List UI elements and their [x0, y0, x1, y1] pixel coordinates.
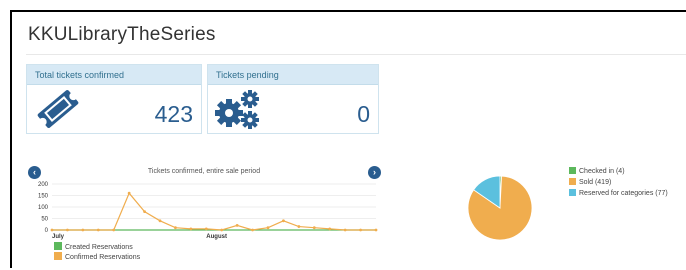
legend-label: Sold (419)	[579, 179, 612, 186]
data-point	[66, 228, 69, 232]
legend-label: Reserved for categories (77)	[579, 190, 668, 197]
chart-title: Tickets confirmed, entire sale period	[147, 168, 261, 175]
data-point	[343, 228, 347, 232]
data-point	[297, 225, 301, 228]
data-point	[127, 191, 131, 195]
chevron-right-icon[interactable]: ›	[368, 166, 381, 179]
data-point	[204, 227, 208, 231]
tickets-pending-value: 0	[357, 101, 370, 127]
pie-legend-item: Reserved for categories (77)	[569, 189, 668, 199]
data-point	[266, 226, 270, 230]
data-point	[174, 226, 177, 230]
data-point	[50, 228, 54, 232]
legend-swatch	[569, 167, 576, 174]
data-point	[158, 219, 162, 223]
data-point	[328, 227, 332, 231]
gears-icon	[214, 89, 264, 136]
pie-chart	[467, 175, 533, 241]
legend-label: Created Reservations	[65, 244, 133, 251]
x-tick-label: July	[52, 234, 65, 240]
legend-swatch	[569, 189, 576, 196]
pie-legend-item: Checked in (4)	[569, 167, 668, 177]
legend-label: Confirmed Reservations	[65, 254, 141, 261]
data-point	[112, 228, 116, 232]
legend-swatch	[54, 252, 62, 260]
tickets-line-chart-panel: ‹ Tickets confirmed, entire sale period …	[26, 162, 384, 270]
data-point	[220, 228, 224, 232]
ticket-icon	[33, 89, 83, 134]
data-point	[374, 228, 378, 232]
tickets-pending-card: Tickets pending 0	[207, 64, 379, 134]
data-point	[359, 228, 362, 232]
y-tick-label: 0	[45, 228, 49, 234]
dashboard-frame: KKULibraryTheSeries Total tickets confir…	[10, 10, 686, 268]
data-point	[189, 227, 193, 231]
pie-legend: Checked in (4) Sold (419) Reserved for c…	[569, 167, 668, 200]
y-tick-label: 200	[38, 182, 49, 188]
legend-item-created: Created Reservations	[54, 242, 133, 252]
card-label: Total tickets confirmed	[27, 65, 201, 85]
page-title: KKULibraryTheSeries	[28, 24, 216, 45]
confirmed-reservations-line	[52, 192, 376, 231]
data-point	[143, 210, 146, 213]
data-point	[312, 226, 316, 230]
x-tick-label: August	[206, 234, 227, 240]
legend-swatch	[54, 242, 62, 250]
data-point	[96, 228, 100, 232]
legend-label: Checked in (4)	[579, 168, 625, 175]
data-point	[235, 224, 239, 227]
y-tick-label: 100	[38, 205, 49, 211]
legend-swatch	[569, 178, 576, 185]
legend-item-confirmed: Confirmed Reservations	[54, 252, 140, 262]
data-point	[81, 228, 85, 232]
y-tick-label: 50	[41, 217, 48, 223]
total-tickets-confirmed-card: Total tickets confirmed 423	[26, 64, 202, 134]
data-point	[251, 228, 254, 232]
y-tick-label: 150	[38, 194, 49, 200]
title-divider	[26, 54, 686, 55]
tickets-confirmed-value: 423	[154, 101, 193, 127]
data-point	[282, 219, 285, 223]
pie-legend-item: Sold (419)	[569, 178, 668, 188]
card-label: Tickets pending	[208, 65, 378, 85]
line-chart: 200 150 100 50 0July August	[38, 182, 378, 240]
